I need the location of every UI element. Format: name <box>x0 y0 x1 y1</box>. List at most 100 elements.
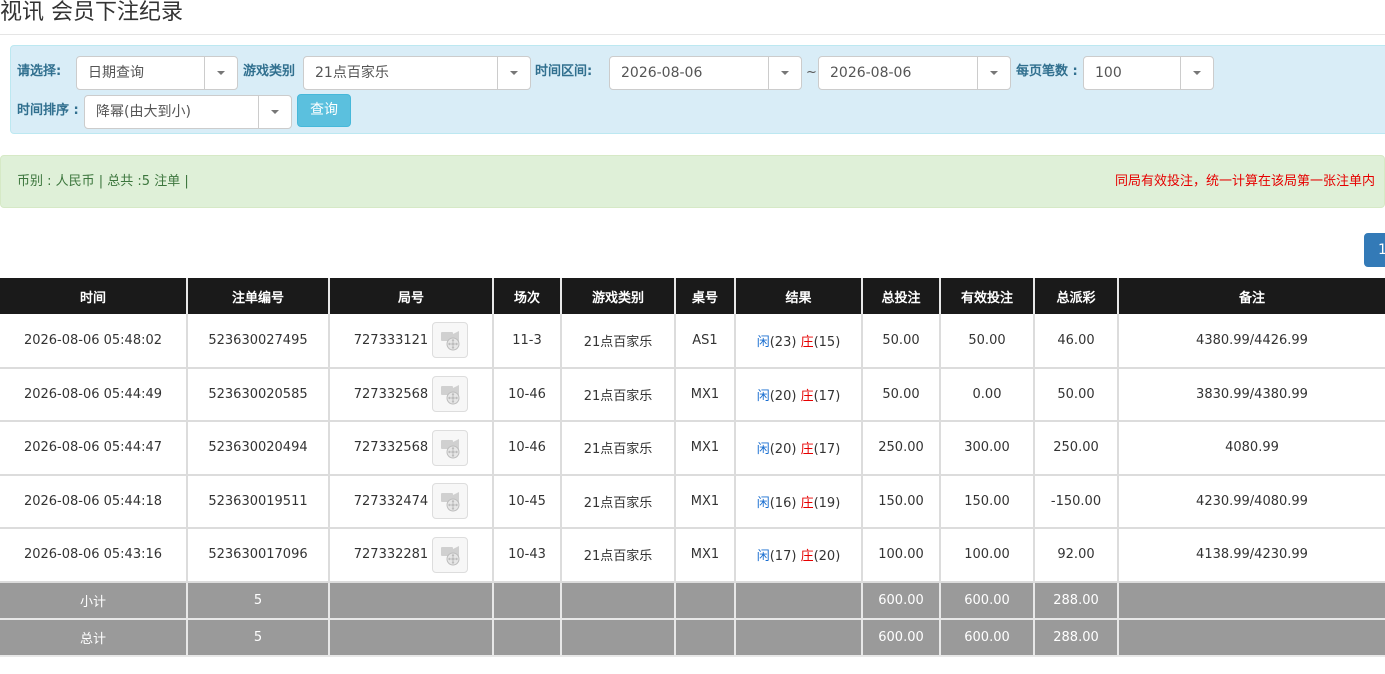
sort-select[interactable]: 降幂(由大到小) <box>84 95 292 129</box>
subtotal-valid-bet: 600.00 <box>939 581 1034 620</box>
cell-valid-bet: 50.00 <box>939 314 1034 369</box>
cell-payout: 50.00 <box>1033 367 1118 422</box>
header-bet-id: 注单编号 <box>186 278 329 314</box>
total-payout: 288.00 <box>1033 618 1118 657</box>
per-page-label: 每页笔数 : <box>1016 64 1078 79</box>
result-banker-label: 庄 <box>800 442 814 458</box>
cell-result: 闲(23) 庄(15) <box>734 314 862 369</box>
query-mode-label: 请选择: <box>17 64 62 79</box>
cell-payout: 92.00 <box>1033 528 1118 583</box>
date-end-value: 2026-08-06 <box>830 65 912 81</box>
cell-valid-bet: 300.00 <box>939 421 1034 476</box>
header-game-type: 游戏类别 <box>560 278 675 314</box>
header-time: 时间 <box>0 278 187 314</box>
video-replay-icon[interactable] <box>432 536 469 573</box>
header-payout: 总派彩 <box>1033 278 1118 314</box>
cell-result: 闲(20) 庄(17) <box>734 421 862 476</box>
total-count: 5 <box>186 618 329 657</box>
table-header-row: 时间 注单编号 局号 场次 游戏类别 桌号 结果 总投注 有效投注 总派彩 备注 <box>0 278 1385 314</box>
cell-session: 10-43 <box>492 528 561 583</box>
subtotal-row: 小计 5 600.00 600.00 288.00 <box>0 581 1385 620</box>
round-number: 727332568 <box>353 386 429 402</box>
video-replay-icon[interactable] <box>432 429 469 466</box>
result-banker-label: 庄 <box>800 549 814 565</box>
cell-note: 4380.99/4426.99 <box>1117 314 1385 369</box>
cell-bet-id: 523630017096 <box>186 528 329 583</box>
range-separator: ~ <box>806 65 817 80</box>
cell-table-no: MX1 <box>674 421 735 476</box>
cell-note: 4080.99 <box>1117 421 1385 476</box>
cell-time: 2026-08-06 05:44:49 <box>0 367 187 422</box>
cell-result: 闲(16) 庄(19) <box>734 474 862 529</box>
round-number: 727332568 <box>353 440 429 456</box>
cell-payout: 250.00 <box>1033 421 1118 476</box>
cell-total-bet[interactable]: 150.00 <box>861 474 940 529</box>
info-panel: 币别 : 人民币 | 总共 :5 注单 | 同局有效投注，统一计算在该局第一张注… <box>0 155 1385 208</box>
cell-bet-id: 523630020494 <box>186 421 329 476</box>
cell-valid-bet: 150.00 <box>939 474 1034 529</box>
cell-valid-bet: 0.00 <box>939 367 1034 422</box>
header-table-no: 桌号 <box>674 278 735 314</box>
query-mode-select[interactable]: 日期查询 <box>76 56 238 90</box>
round-number: 727332281 <box>353 547 429 563</box>
cell-note: 4138.99/4230.99 <box>1117 528 1385 583</box>
subtotal-label: 小计 <box>0 581 187 620</box>
cell-table-no: MX1 <box>674 367 735 422</box>
chevron-down-icon[interactable] <box>204 57 237 89</box>
result-player-label: 闲 <box>756 388 770 404</box>
cell-game-type: 21点百家乐 <box>560 367 675 422</box>
chevron-down-icon[interactable] <box>768 57 801 89</box>
date-end-select[interactable]: 2026-08-06 <box>818 56 1011 90</box>
subtotal-count: 5 <box>186 581 329 620</box>
round-number: 727333121 <box>353 332 429 348</box>
result-banker-value: (19) <box>813 495 841 511</box>
result-banker-label: 庄 <box>800 388 814 404</box>
cell-time: 2026-08-06 05:44:47 <box>0 421 187 476</box>
cell-total-bet[interactable]: 50.00 <box>861 314 940 369</box>
video-replay-icon[interactable] <box>432 376 469 413</box>
date-start-select[interactable]: 2026-08-06 <box>609 56 802 90</box>
result-player-value: (23) <box>769 334 797 350</box>
chevron-down-icon[interactable] <box>977 57 1010 89</box>
header-note: 备注 <box>1117 278 1385 314</box>
header-session: 场次 <box>492 278 561 314</box>
cell-total-bet[interactable]: 100.00 <box>861 528 940 583</box>
cell-game-type: 21点百家乐 <box>560 528 675 583</box>
query-button[interactable]: 查询 <box>297 94 351 127</box>
page-title: 视讯 会员下注纪录 <box>0 0 183 25</box>
game-type-select[interactable]: 21点百家乐 <box>303 56 531 90</box>
title-divider <box>0 34 1385 35</box>
chevron-down-icon[interactable] <box>1180 57 1213 89</box>
cell-round: 727332281 <box>328 528 493 583</box>
result-player-label: 闲 <box>756 334 770 350</box>
cell-valid-bet: 100.00 <box>939 528 1034 583</box>
subtotal-total-bet: 600.00 <box>861 581 940 620</box>
cell-bet-id: 523630027495 <box>186 314 329 369</box>
cell-round: 727333121 <box>328 314 493 369</box>
per-page-select[interactable]: 100 <box>1083 56 1214 90</box>
result-banker-value: (17) <box>813 388 841 404</box>
cell-table-no: AS1 <box>674 314 735 369</box>
cell-bet-id: 523630020585 <box>186 367 329 422</box>
cell-result: 闲(20) 庄(17) <box>734 367 862 422</box>
cell-session: 10-45 <box>492 474 561 529</box>
table-row: 2026-08-06 05:44:18 523630019511 727332474… <box>0 474 1385 529</box>
page-1-button[interactable]: 1 <box>1364 233 1385 267</box>
chevron-down-icon[interactable] <box>258 96 291 128</box>
cell-total-bet[interactable]: 250.00 <box>861 421 940 476</box>
video-replay-icon[interactable] <box>432 322 469 359</box>
chevron-down-icon[interactable] <box>497 57 530 89</box>
cell-session: 10-46 <box>492 367 561 422</box>
video-replay-icon[interactable] <box>432 483 469 520</box>
cell-round: 727332568 <box>328 367 493 422</box>
cell-total-bet[interactable]: 50.00 <box>861 367 940 422</box>
cell-game-type: 21点百家乐 <box>560 474 675 529</box>
result-player-value: (17) <box>769 549 797 565</box>
cell-payout: -150.00 <box>1033 474 1118 529</box>
cell-table-no: MX1 <box>674 474 735 529</box>
cell-bet-id: 523630019511 <box>186 474 329 529</box>
query-mode-value: 日期查询 <box>88 65 144 81</box>
result-banker-value: (20) <box>813 549 841 565</box>
cell-result: 闲(17) 庄(20) <box>734 528 862 583</box>
header-round: 局号 <box>328 278 493 314</box>
